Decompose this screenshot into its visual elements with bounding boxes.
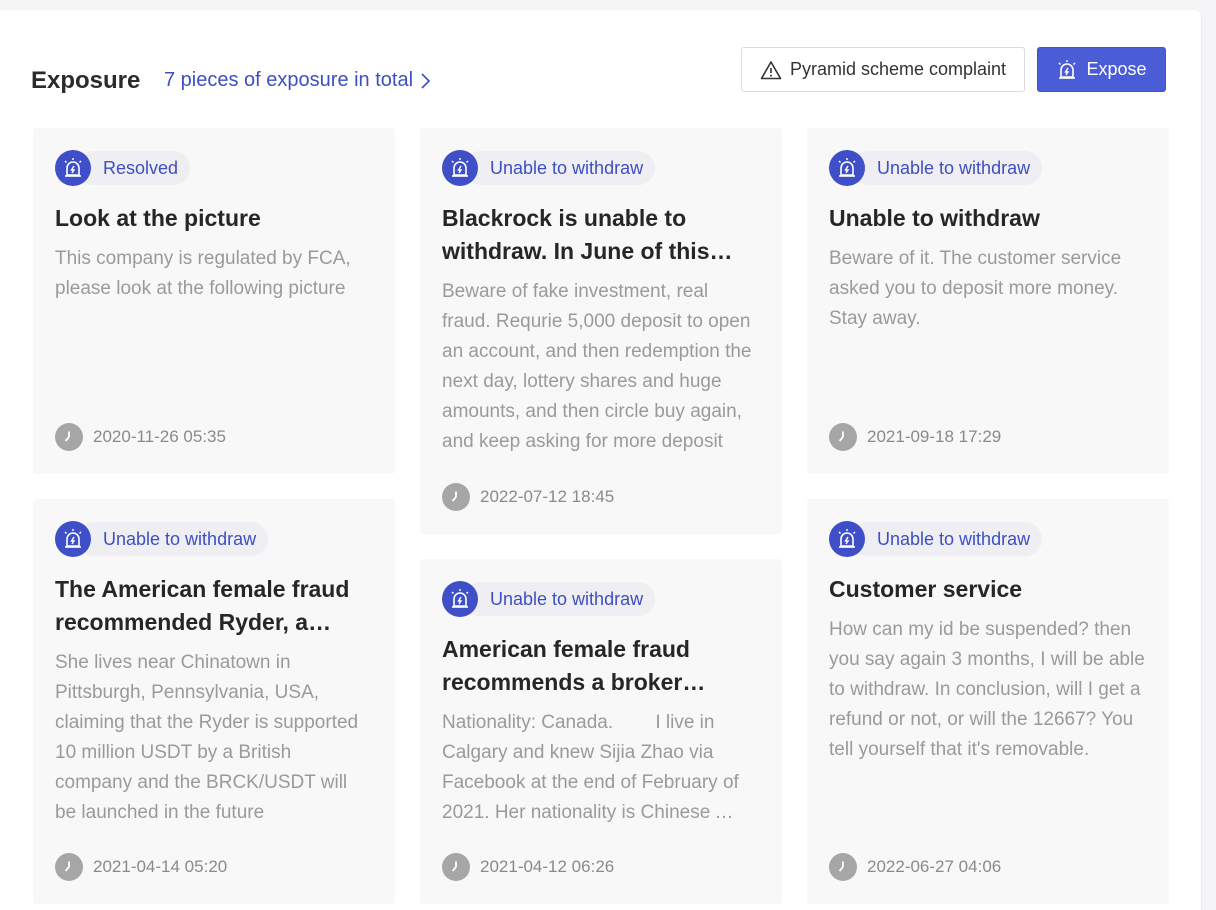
pyramid-complaint-button[interactable]: Pyramid scheme complaint <box>741 47 1025 92</box>
card-body: Nationality: Canada. I live in Calgary a… <box>442 712 739 823</box>
alarm-badge-icon <box>829 521 865 557</box>
expose-label: Expose <box>1086 59 1147 79</box>
status-tag: Unable to withdraw <box>442 581 656 617</box>
card-body: This company is regulated by FCA, please… <box>55 248 351 299</box>
status-tag-label: Resolved <box>77 151 191 185</box>
alarm-badge-icon <box>55 521 91 557</box>
card-body: She lives near Chinatown in Pittsburgh, … <box>55 652 359 823</box>
card-time-text: 2021-09-18 17:29 <box>867 427 1002 446</box>
clock-icon <box>442 853 470 881</box>
alarm-badge-icon <box>442 150 478 186</box>
card-title: Blackrock is unable to withdraw. In June… <box>442 205 710 264</box>
card-time-text: 2022-06-27 04:06 <box>867 857 1002 876</box>
status-tag: Unable to withdraw <box>55 521 269 557</box>
total-exposure-label: 7 pieces of exposure in total <box>164 69 414 91</box>
alarm-badge-icon <box>442 581 478 617</box>
status-tag-label: Unable to withdraw <box>464 582 656 616</box>
exposure-card[interactable]: Unable to withdraw Blackrock is unable t… <box>420 128 782 534</box>
card-title: Look at the picture <box>55 205 261 231</box>
clock-icon <box>829 423 857 451</box>
status-tag-label: Unable to withdraw <box>77 522 269 556</box>
card-timestamp: 2020-11-26 05:35 <box>55 423 226 451</box>
status-tag: Resolved <box>55 150 191 186</box>
status-tag: Unable to withdraw <box>442 150 656 186</box>
card-title: Customer service <box>829 576 1023 602</box>
exposure-card[interactable]: Unable to withdraw Customer service How … <box>807 499 1169 904</box>
exposure-card[interactable]: Resolved Look at the picture This compan… <box>33 128 395 474</box>
alarm-badge-icon <box>829 150 865 186</box>
clock-icon <box>829 853 857 881</box>
status-tag-label: Unable to withdraw <box>851 151 1043 185</box>
alarm-badge-icon <box>55 150 91 186</box>
card-title: Unable to withdraw <box>829 205 1040 231</box>
expose-button[interactable]: Expose <box>1037 47 1166 92</box>
status-tag: Unable to withdraw <box>829 521 1043 557</box>
card-time-text: 2021-04-12 06:26 <box>480 857 615 876</box>
clock-icon <box>442 483 470 511</box>
status-tag-label: Unable to withdraw <box>464 151 656 185</box>
card-timestamp: 2022-07-12 18:45 <box>442 483 614 511</box>
card-body: Beware of it. The customer service asked… <box>829 248 1122 329</box>
alarm-icon <box>1058 59 1076 79</box>
warning-icon <box>760 60 782 79</box>
card-title: American female fraud recommends a broke… <box>442 636 690 695</box>
total-exposure-link[interactable]: 7 pieces of exposure in total <box>164 69 431 92</box>
card-time-text: 2021-04-14 05:20 <box>93 857 228 876</box>
exposure-card[interactable]: Unable to withdraw The American female f… <box>33 499 395 904</box>
card-timestamp: 2021-04-12 06:26 <box>442 853 614 881</box>
card-time-text: 2022-07-12 18:45 <box>480 487 615 506</box>
card-body: How can my id be suspended? then you say… <box>829 619 1145 760</box>
section-title: Exposure <box>31 67 141 94</box>
clock-icon <box>55 423 83 451</box>
card-timestamp: 2021-04-14 05:20 <box>55 853 227 881</box>
card-timestamp: 2022-06-27 04:06 <box>829 853 1001 881</box>
chevron-right-icon <box>421 72 431 89</box>
status-tag: Unable to withdraw <box>829 150 1043 186</box>
status-tag-label: Unable to withdraw <box>851 522 1043 556</box>
card-timestamp: 2021-09-18 17:29 <box>829 423 1001 451</box>
exposure-card[interactable]: Unable to withdraw American female fraud… <box>420 559 782 904</box>
card-title: The American female fraud recommended Ry… <box>55 576 350 635</box>
pyramid-complaint-label: Pyramid scheme complaint <box>789 59 1007 79</box>
exposure-card[interactable]: Unable to withdraw Unable to withdraw Be… <box>807 128 1169 474</box>
card-body: Beware of fake investment, real fraud. R… <box>442 281 752 452</box>
card-time-text: 2020-11-26 05:35 <box>93 427 226 446</box>
clock-icon <box>55 853 83 881</box>
